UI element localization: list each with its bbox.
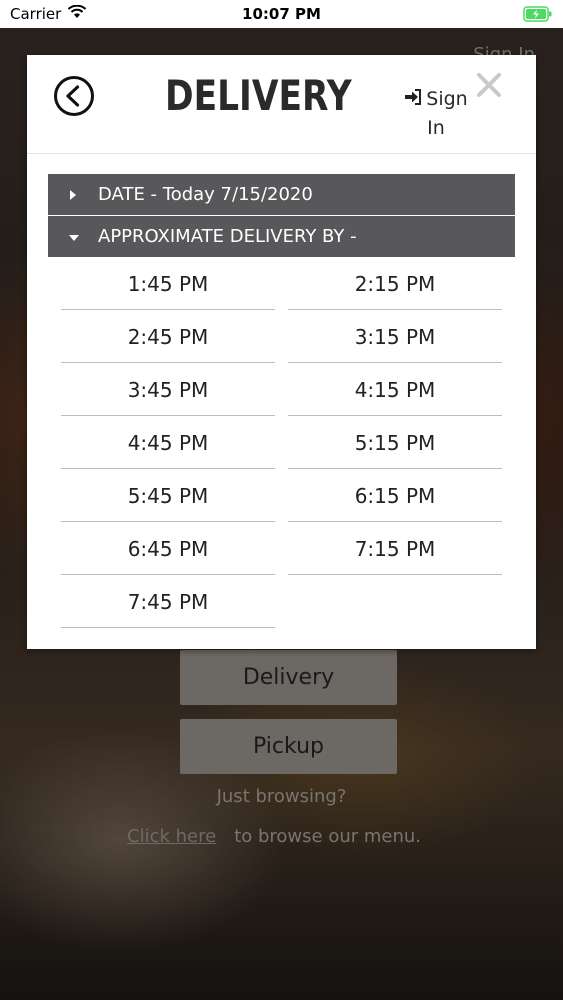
caret-down-icon xyxy=(68,232,88,242)
just-browsing-text: Just browsing? xyxy=(216,786,347,807)
time-slot[interactable]: 4:45 PM xyxy=(61,417,275,469)
browse-text: to browse our menu. xyxy=(234,826,422,847)
modal-header: DELIVERY Sign In xyxy=(27,55,536,154)
click-here-link[interactable]: Click here xyxy=(127,826,216,847)
close-icon[interactable] xyxy=(475,71,503,99)
time-slot[interactable]: 5:45 PM xyxy=(61,470,275,522)
battery-icon xyxy=(523,6,553,22)
modal-title: DELIVERY xyxy=(165,71,352,120)
pickup-button[interactable]: Pickup xyxy=(180,719,397,774)
date-label: DATE - Today 7/15/2020 xyxy=(98,184,313,205)
back-button[interactable] xyxy=(53,75,95,117)
time-slot[interactable]: 7:15 PM xyxy=(288,523,502,575)
back-arrow-icon xyxy=(54,76,94,116)
time-slot[interactable]: 4:15 PM xyxy=(288,364,502,416)
carrier-label: Carrier xyxy=(10,5,62,23)
time-slot[interactable]: 5:15 PM xyxy=(288,417,502,469)
time-slot[interactable]: 3:15 PM xyxy=(288,311,502,363)
approx-delivery-label: APPROXIMATE DELIVERY BY - xyxy=(98,226,357,247)
delivery-modal: DELIVERY Sign In DATE - Today 7/15/2020 … xyxy=(27,55,536,649)
delivery-button[interactable]: Delivery xyxy=(180,650,397,705)
time-slot[interactable]: 2:15 PM xyxy=(288,258,502,310)
caret-right-icon xyxy=(68,189,88,201)
sign-in-label: Sign In xyxy=(426,88,468,139)
time-slot[interactable]: 6:15 PM xyxy=(288,470,502,522)
time-slot[interactable]: 2:45 PM xyxy=(61,311,275,363)
browse-menu-line: Click here to browse our menu. xyxy=(127,826,421,847)
approximate-delivery-header[interactable]: APPROXIMATE DELIVERY BY - xyxy=(48,216,515,257)
sign-in-link[interactable]: Sign In xyxy=(404,85,468,143)
date-selector[interactable]: DATE - Today 7/15/2020 xyxy=(48,174,515,215)
sign-in-icon xyxy=(404,85,422,114)
wifi-icon xyxy=(67,4,87,23)
time-slot[interactable]: 1:45 PM xyxy=(61,258,275,310)
time-slot[interactable]: 6:45 PM xyxy=(61,523,275,575)
time-slot[interactable]: 3:45 PM xyxy=(61,364,275,416)
status-bar: Carrier 10:07 PM xyxy=(0,0,563,28)
time-slot[interactable]: 7:45 PM xyxy=(61,576,275,628)
